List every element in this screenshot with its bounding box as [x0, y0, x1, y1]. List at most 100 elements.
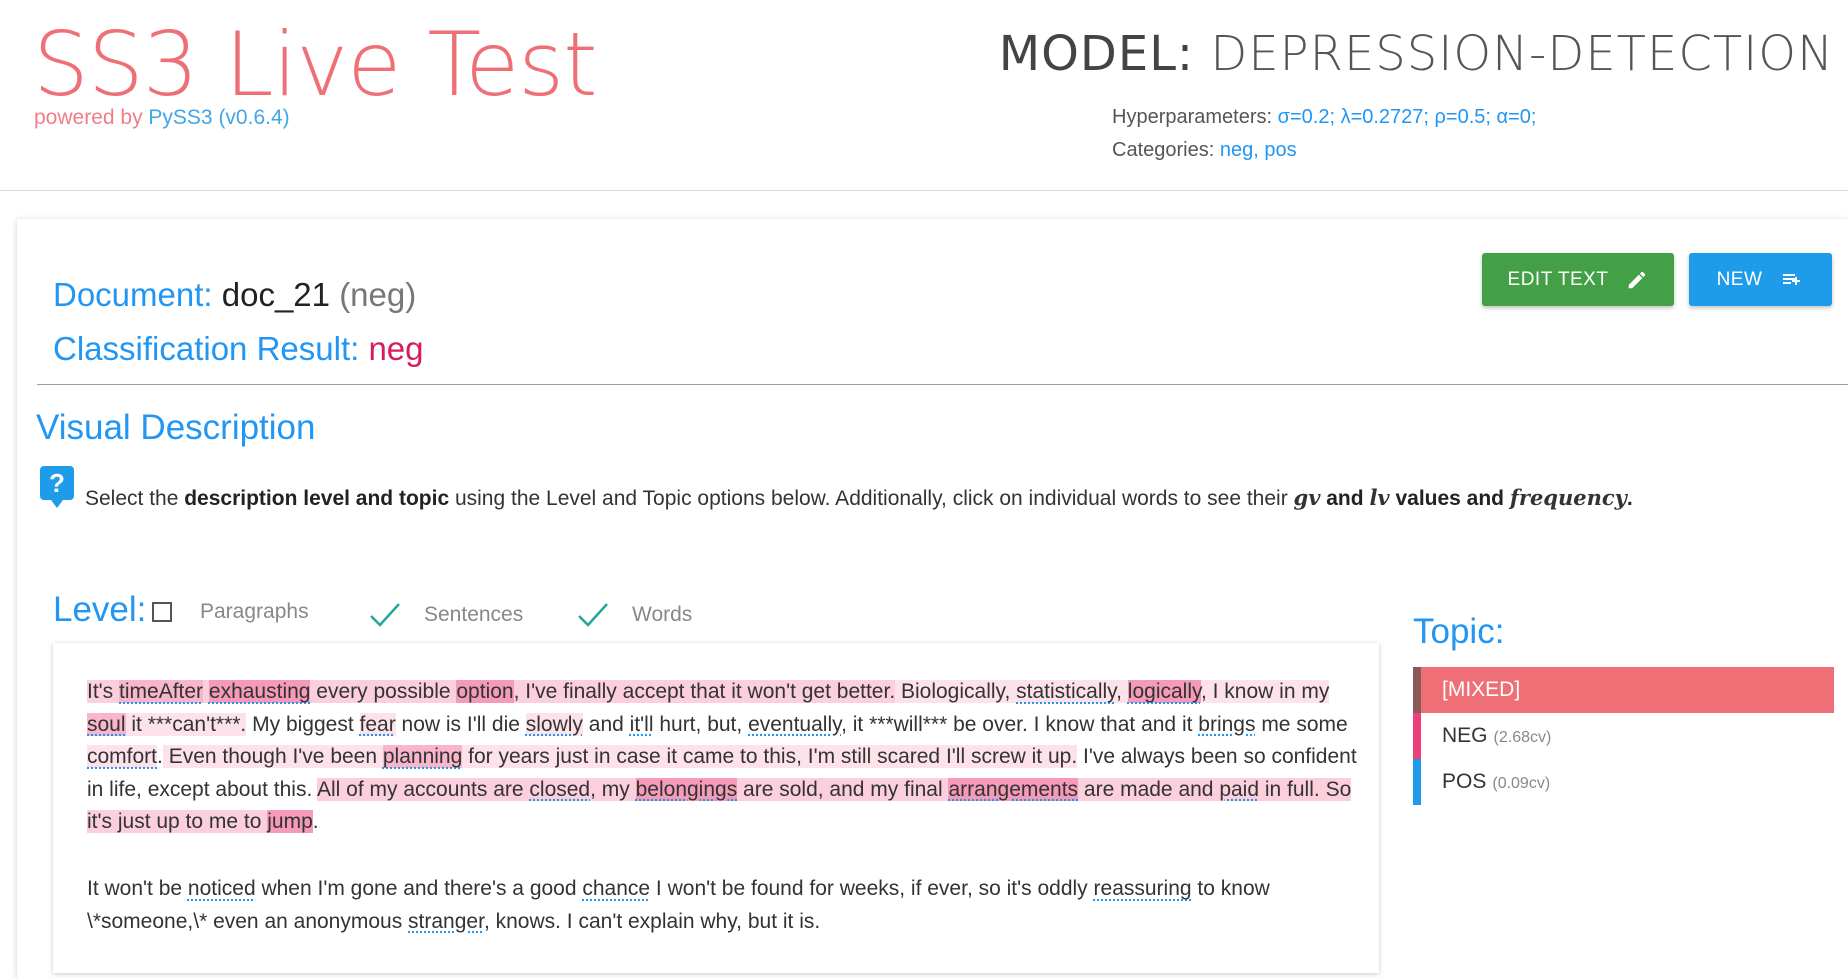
topic-item-label: NEG — [1442, 724, 1488, 747]
word[interactable]: me some — [1255, 713, 1347, 736]
word[interactable]: , — [1116, 680, 1128, 703]
categories: Categories: neg, pos — [1112, 139, 1297, 162]
word[interactable]: closed — [529, 778, 590, 801]
word[interactable]: It won't be — [87, 877, 188, 900]
word[interactable]: it'll — [630, 713, 654, 736]
new-label: NEW — [1716, 268, 1763, 290]
word[interactable]: belongings — [635, 777, 738, 801]
word[interactable]: I won't be found for weeks, if ever, so … — [650, 877, 1093, 900]
word[interactable]: when I'm gone and there's a good — [256, 877, 583, 900]
word[interactable]: exhausting — [208, 680, 311, 703]
categories-label: Categories: — [1112, 139, 1220, 161]
word[interactable]: paid — [1219, 778, 1259, 801]
word[interactable]: arrangements — [948, 777, 1079, 801]
word[interactable]: fear — [359, 712, 396, 736]
pencil-icon — [1626, 269, 1648, 291]
help-values: values and — [1389, 487, 1510, 510]
pyss3-link[interactable]: PySS3 (v0.6.4) — [148, 106, 289, 129]
word[interactable]: now is I'll die — [396, 713, 526, 736]
check-icon[interactable] — [576, 600, 610, 630]
topic-item-mixed[interactable]: [MIXED] — [1413, 667, 1834, 713]
paragraph-1: It's timeAfter exhausting every possible… — [87, 676, 1357, 839]
help-and: and — [1320, 487, 1370, 510]
paragraphs-label: Paragraphs — [200, 600, 309, 623]
word[interactable]: noticed — [188, 877, 256, 900]
word[interactable]: , my — [590, 778, 636, 801]
word[interactable]: are sold, and my final — [737, 778, 948, 801]
word[interactable] — [203, 680, 209, 703]
word[interactable]: , I know in my — [1201, 680, 1329, 703]
sentences-label: Sentences — [424, 603, 524, 626]
edit-text-button[interactable]: EDIT TEXT — [1482, 253, 1674, 306]
level-paragraphs-option[interactable]: Paragraphs — [152, 600, 309, 624]
word[interactable]: It's — [87, 680, 119, 703]
level-words-option[interactable]: Words — [576, 600, 692, 630]
document-label: Document: — [53, 276, 222, 313]
hyperparameters-values: σ=0.2; λ=0.2727; ρ=0.5; α=0; — [1277, 106, 1537, 128]
word[interactable]: reassuring — [1094, 877, 1192, 900]
document-name: doc_21 — [221, 276, 331, 313]
word[interactable]: slowly — [525, 712, 583, 736]
paragraph-2: It won't be noticed when I'm gone and th… — [87, 873, 1357, 938]
word[interactable]: Biologically, — [895, 680, 1016, 703]
topic-item-cv: (2.68cv) — [1493, 729, 1552, 746]
word[interactable]: . — [313, 810, 319, 833]
word[interactable]: for years just in case it came to this, … — [462, 745, 1077, 768]
word[interactable]: timeAfter — [119, 680, 204, 703]
topic-list: [MIXED] NEG (2.68cv) POS (0.09cv) — [1413, 667, 1834, 805]
word[interactable]: , knows. I can't explain why, but it is. — [484, 910, 820, 933]
word[interactable]: I know that and it — [1028, 713, 1198, 736]
word[interactable]: My biggest — [246, 713, 359, 736]
hyperparameters: Hyperparameters: σ=0.2; λ=0.2727; ρ=0.5;… — [1112, 106, 1536, 129]
word[interactable]: logically — [1127, 680, 1201, 703]
model-title: MODEL: DEPRESSION-DETECTION — [999, 22, 1834, 86]
word[interactable]: soul — [87, 712, 126, 736]
word[interactable]: eventually — [748, 713, 841, 736]
powered-prefix: powered by — [34, 106, 149, 129]
sentence: Even though I've been planning for years… — [162, 745, 1078, 768]
topic-item-pos[interactable]: POS (0.09cv) — [1413, 759, 1834, 805]
hyperparameters-label: Hyperparameters: — [1112, 106, 1278, 128]
word[interactable]: brings — [1198, 713, 1255, 736]
words-label: Words — [632, 603, 693, 626]
document-info: Document: doc_21 (neg) — [53, 276, 416, 314]
word[interactable]: statistically — [1016, 680, 1116, 703]
word[interactable]: it ***can't***. — [126, 713, 246, 736]
paragraphs-checkbox[interactable] — [152, 602, 172, 622]
help-gv: gv — [1293, 485, 1321, 510]
sentence: My biggest fear now is I'll die slowly a… — [246, 712, 1028, 736]
app-header: SS3 Live Test powered by PySS3 (v0.6.4) … — [0, 0, 1848, 191]
level-sentences-option[interactable]: Sentences — [368, 600, 523, 630]
word[interactable]: and — [583, 713, 630, 736]
topic-item-cv: (0.09cv) — [1492, 775, 1551, 792]
word[interactable]: stranger — [408, 910, 484, 933]
word[interactable]: Even though I've been — [163, 745, 383, 768]
word[interactable]: hurt, but, — [654, 713, 749, 736]
topic-label: Topic: — [1413, 612, 1505, 651]
word[interactable]: planning — [382, 745, 463, 768]
help-text-2: using the Level and Topic options below.… — [449, 487, 1294, 510]
model-name: DEPRESSION-DETECTION — [1210, 26, 1834, 82]
powered-by: powered by PySS3 (v0.6.4) — [34, 106, 290, 130]
visual-description-title: Visual Description — [36, 408, 316, 447]
word[interactable]: option — [456, 680, 514, 703]
app-title: SS3 Live Test — [33, 13, 598, 116]
result-label: Classification Result: — [53, 330, 369, 367]
result-value: neg — [368, 330, 424, 367]
word[interactable]: comfort — [87, 745, 158, 768]
level-label: Level: — [53, 590, 147, 629]
word[interactable]: All of my accounts are — [317, 778, 529, 801]
word[interactable]: , I've finally accept that it won't get … — [514, 680, 896, 703]
word[interactable]: chance — [582, 877, 650, 900]
help-frequency: frequency — [1509, 485, 1627, 510]
help-icon: ? — [40, 466, 74, 508]
word[interactable]: every possible — [310, 680, 456, 703]
word[interactable]: , it ***will*** be over. — [841, 713, 1028, 736]
topic-item-neg[interactable]: NEG (2.68cv) — [1413, 713, 1834, 759]
word[interactable]: in full. — [1259, 778, 1320, 801]
check-icon[interactable] — [368, 600, 402, 630]
word[interactable]: jump — [267, 810, 313, 833]
help-lv: lv — [1369, 485, 1390, 510]
word[interactable]: are made and — [1078, 778, 1219, 801]
new-button[interactable]: NEW — [1689, 253, 1832, 306]
